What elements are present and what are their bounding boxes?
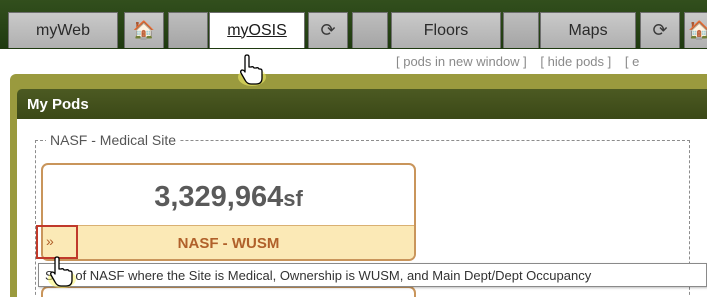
pods-options-bar: [ pods in new window ] [ hide pods ] [ e: [0, 49, 707, 73]
tooltip: Sum of NASF where the Site is Medical, O…: [38, 263, 707, 287]
hand-pointer-cursor: [48, 256, 76, 288]
pod-value: 3,329,964sf: [43, 181, 414, 214]
tab-maps-label: Maps: [568, 21, 608, 39]
pods-panel-header: My Pods: [17, 89, 707, 119]
hand-pointer-cursor: [238, 54, 266, 86]
tab-spacer: [352, 12, 388, 48]
pod-card[interactable]: 3,329,964sf NASF - WUSM: [41, 163, 416, 261]
home-tab[interactable]: 🏠: [684, 12, 707, 48]
pods-options-links: [ pods in new window ] [ hide pods ] [ e: [396, 54, 649, 69]
refresh-icon: ⟳: [652, 20, 668, 40]
tab-maps[interactable]: Maps: [540, 12, 636, 48]
tab-spacer: [503, 12, 539, 48]
pods-new-window-link[interactable]: [ pods in new window ]: [396, 54, 527, 69]
tab-myosis[interactable]: myOSIS: [209, 12, 305, 48]
home-tab[interactable]: 🏠: [124, 12, 164, 48]
edit-pods-link[interactable]: [ e: [625, 54, 639, 69]
tab-floors[interactable]: Floors: [391, 12, 501, 48]
refresh-tab[interactable]: ⟳: [308, 12, 348, 48]
site-group-label: NASF - Medical Site: [46, 132, 181, 148]
pod-card-next[interactable]: [41, 286, 416, 297]
expand-button[interactable]: »: [36, 225, 78, 259]
tab-myweb-label: myWeb: [36, 21, 90, 39]
home-icon: 🏠: [688, 20, 707, 40]
tab-myosis-label: myOSIS: [227, 21, 287, 39]
top-nav-bar: myWeb 🏠 myOSIS ⟳ Floors Maps ⟳ 🏠: [0, 0, 707, 49]
refresh-tab[interactable]: ⟳: [640, 12, 680, 48]
pod-value-number: 3,329,964: [154, 181, 284, 213]
double-chevron-right-icon: »: [46, 233, 54, 249]
pod-footer: NASF - WUSM: [43, 225, 414, 259]
pod-value-unit: sf: [283, 186, 303, 211]
tab-spacer: [168, 12, 208, 48]
hide-pods-link[interactable]: [ hide pods ]: [540, 54, 611, 69]
refresh-icon: ⟳: [320, 20, 336, 40]
home-icon: 🏠: [132, 20, 156, 40]
tab-floors-label: Floors: [423, 21, 469, 39]
pod-owner-label: NASF - WUSM: [177, 235, 280, 252]
tab-myweb[interactable]: myWeb: [8, 12, 118, 48]
panel-title: My Pods: [27, 96, 89, 113]
